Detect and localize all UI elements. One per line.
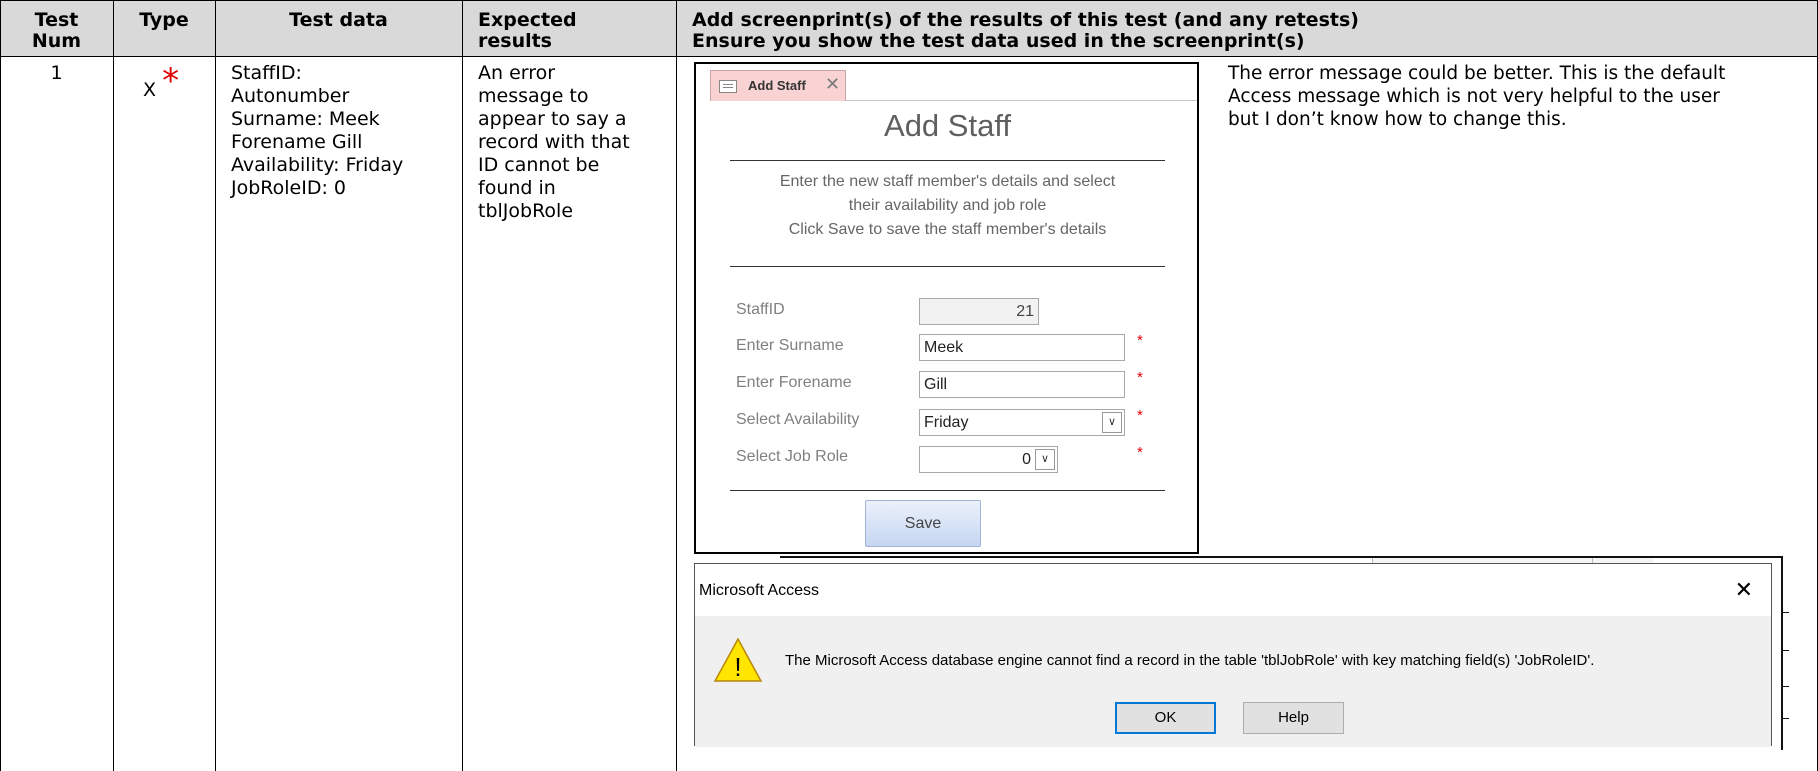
- job-role-label: Select Job Role: [736, 448, 849, 465]
- availability-label: Select Availability: [736, 411, 860, 428]
- test-data-line: Autonumber: [231, 85, 350, 107]
- test-data-line: StaffID:: [231, 62, 302, 84]
- job-role-value: 0: [1022, 451, 1031, 468]
- instruction-line: Click Save to save the staff member's de…: [788, 221, 1107, 238]
- form-icon: [719, 80, 737, 93]
- form-title: Add Staff: [884, 108, 1011, 143]
- staff-id-label: StaffID: [736, 301, 785, 318]
- tab-label: Add Staff: [748, 78, 806, 93]
- chevron-down-icon[interactable]: ∨: [1035, 449, 1055, 470]
- header-screenprint-line2: Ensure you show the test data used in th…: [692, 30, 1305, 52]
- type-required-star: *: [162, 61, 180, 101]
- form-instructions: Enter the new staff member's details and…: [736, 170, 1159, 242]
- sheet-gridline: [1781, 686, 1789, 687]
- test-data-line: Forename Gill: [231, 131, 363, 153]
- availability-required-star: *: [1137, 407, 1143, 424]
- header-expected-results: Expected results: [478, 10, 577, 52]
- sheet-gridline: [1781, 718, 1789, 719]
- job-role-required-star: *: [1137, 444, 1143, 461]
- cell-test-num: 1: [50, 62, 63, 84]
- col-border-3: [462, 0, 463, 771]
- surname-label: Enter Surname: [736, 337, 844, 354]
- dialog-title: Microsoft Access: [699, 582, 820, 599]
- test-data-line: Surname: Meek: [231, 108, 380, 130]
- availability-value: Friday: [924, 414, 969, 431]
- warning-glyph: !: [734, 652, 741, 682]
- comment-line: but I don’t know how to change this.: [1228, 109, 1567, 130]
- fields-divider: [730, 490, 1165, 491]
- sheet-gridline: [1781, 650, 1789, 651]
- cell-type: X *: [143, 64, 179, 102]
- ok-button[interactable]: OK: [1115, 702, 1216, 734]
- expected-line: appear to say a: [478, 108, 627, 130]
- tab-add-staff[interactable]: Add Staff ✕: [710, 70, 846, 101]
- expected-line: An error: [478, 62, 556, 84]
- col-border-4: [676, 0, 677, 771]
- surname-field[interactable]: Meek: [919, 334, 1125, 361]
- table-header-divider: [0, 56, 1818, 57]
- col-border-2: [215, 0, 216, 771]
- forename-field[interactable]: Gill: [919, 371, 1125, 398]
- header-test-num-line2: Num: [31, 30, 82, 52]
- test-data-line: Availability: Friday: [231, 154, 404, 176]
- availability-select[interactable]: Friday ∨: [919, 409, 1125, 436]
- type-value: X: [143, 79, 157, 101]
- header-type: Type: [139, 9, 189, 31]
- header-expected-line2: results: [478, 30, 552, 52]
- job-role-select[interactable]: 0 ∨: [919, 446, 1058, 473]
- instruction-line: Enter the new staff member's details and…: [779, 173, 1116, 190]
- header-screenprint: Add screenprint(s) of the results of thi…: [692, 10, 1359, 52]
- help-button[interactable]: Help: [1243, 702, 1344, 734]
- expected-line: found in: [478, 177, 556, 199]
- comment-line: Access message which is not very helpful…: [1228, 86, 1720, 107]
- warning-icon: !: [713, 637, 763, 682]
- comment-line: The error message could be better. This …: [1228, 63, 1726, 84]
- header-test-data: Test data: [289, 9, 388, 31]
- dialog-message: The Microsoft Access database engine can…: [785, 652, 1595, 669]
- col-border-1: [113, 0, 114, 771]
- col-border-left: [0, 0, 1, 771]
- sheet-gridline: [1781, 612, 1789, 613]
- expected-line: tblJobRole: [478, 200, 574, 222]
- staff-id-field: 21: [919, 298, 1039, 325]
- forename-label: Enter Forename: [736, 374, 852, 391]
- add-staff-form-screenshot: Add Staff ✕ Add Staff Enter the new staf…: [694, 62, 1199, 554]
- header-test-num-line1: Test: [34, 9, 79, 31]
- chevron-down-icon[interactable]: ∨: [1102, 412, 1122, 433]
- save-button[interactable]: Save: [865, 500, 981, 547]
- cell-expected-results: An error message to appear to say a reco…: [478, 62, 674, 223]
- test-data-line: JobRoleID: 0: [231, 177, 346, 199]
- expected-line: record with that: [478, 131, 630, 153]
- instructions-divider: [730, 266, 1165, 267]
- error-dialog: Microsoft Access ✕ ! The Microsoft Acces…: [694, 563, 1772, 747]
- forename-required-star: *: [1137, 369, 1143, 386]
- dialog-body: ! The Microsoft Access database engine c…: [695, 616, 1771, 747]
- tab-baseline: [846, 100, 1197, 101]
- table-border-top: [0, 0, 1818, 1]
- header-test-num: Test Num: [0, 10, 113, 52]
- title-divider: [730, 160, 1165, 161]
- instruction-line: their availability and job role: [848, 197, 1047, 214]
- expected-line: message to: [478, 85, 589, 107]
- close-icon[interactable]: ✕: [1735, 577, 1753, 603]
- close-icon[interactable]: ✕: [825, 74, 840, 95]
- header-expected-line1: Expected: [478, 9, 577, 31]
- header-screenprint-line1: Add screenprint(s) of the results of thi…: [692, 9, 1359, 31]
- expected-line: ID cannot be: [478, 154, 600, 176]
- cell-test-data: StaffID: Autonumber Surname: Meek Forena…: [231, 62, 459, 200]
- cell-comment: The error message could be better. This …: [1228, 62, 1816, 131]
- surname-required-star: *: [1137, 332, 1143, 349]
